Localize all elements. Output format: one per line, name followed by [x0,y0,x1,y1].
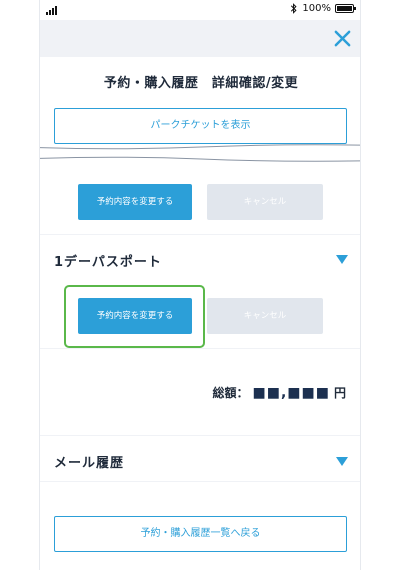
bluetooth-icon [291,3,297,14]
total-amount: ■■,■■■ [252,384,330,401]
highlight-frame [64,285,205,348]
total-label: 総額： [212,386,249,400]
day-passport-title: 1デーパスポート [54,255,162,270]
total-row: 総額： ■■,■■■ 円 [213,384,347,401]
reservation-card: 予約内容を変更する キャンセル [40,160,360,234]
status-right: 100% [290,3,356,14]
mail-history-card: メール履歴 [40,436,360,481]
cancel-passport-button[interactable]: キャンセル [207,298,323,334]
triangle-down-icon[interactable] [336,255,348,264]
phone-screen: 100% 予約・購入履歴 詳細確認/変更 パークチケットを表示 予約内容を変更す… [39,0,361,570]
header-bar [40,20,360,57]
status-bar: 100% [40,0,360,20]
page-break-divider [40,144,360,162]
total-unit: 円 [333,386,346,400]
close-icon[interactable] [333,29,352,48]
battery-icon [335,4,356,13]
change-reservation-button[interactable]: 予約内容を変更する [78,184,192,220]
battery-percent: 100% [302,3,331,14]
lower-content: 予約内容を変更する キャンセル 1デーパスポート 予約内容を変更する キャンセル… [40,160,360,570]
cancel-button[interactable]: キャンセル [207,184,323,220]
triangle-down-icon[interactable] [336,457,348,466]
signal-icon [46,6,57,15]
page-title: 予約・購入履歴 詳細確認/変更 [103,76,299,91]
mail-history-title: メール履歴 [54,456,125,471]
back-to-history-button[interactable]: 予約・購入履歴一覧へ戻る [54,516,347,552]
